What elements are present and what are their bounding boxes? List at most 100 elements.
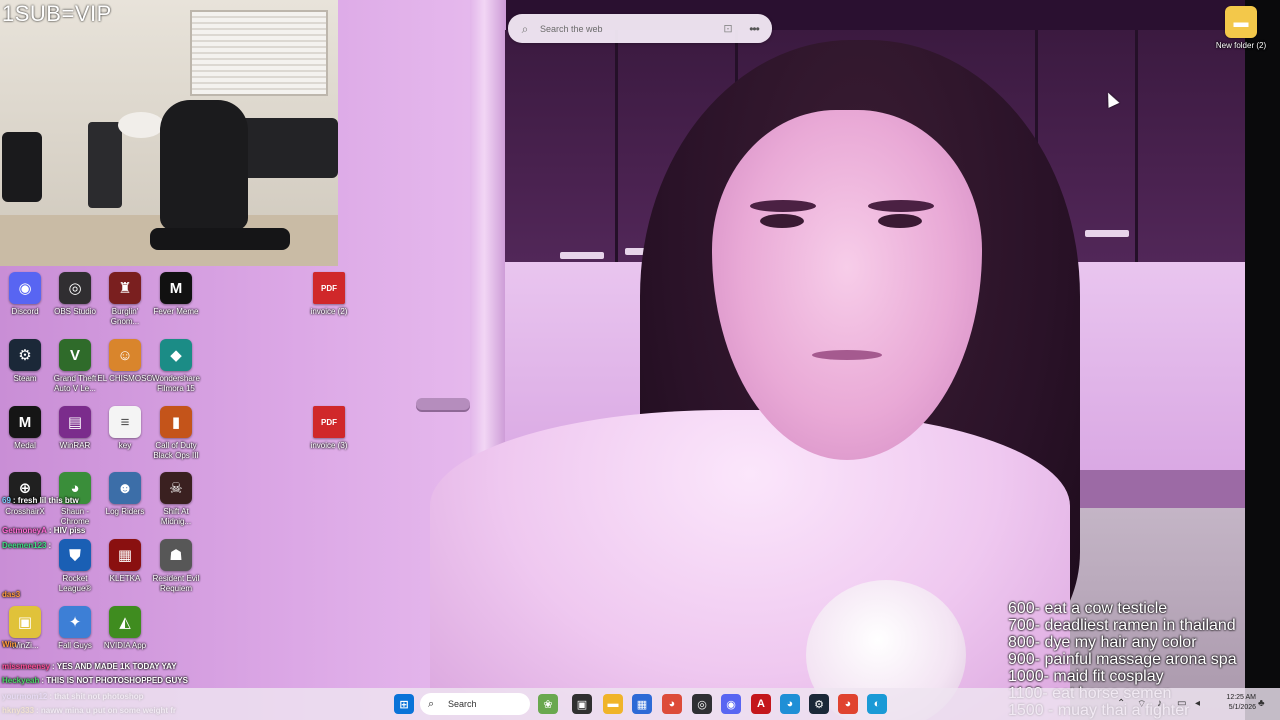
desktop-icon-21[interactable]: ✦ Fall Guys xyxy=(50,606,100,651)
desktop-icon-19[interactable]: ☗ Resident Evil Requiem xyxy=(151,539,201,594)
kletka-icon: ▦ xyxy=(109,539,141,571)
file-explorer-icon[interactable]: ▬ xyxy=(603,694,623,714)
obs-icon[interactable]: ◎ xyxy=(692,694,712,714)
clock-date: 5/1/2026 xyxy=(1228,704,1256,711)
desktop-icon-15[interactable]: ☻ Log Riders xyxy=(100,472,150,517)
desktop-icon-3[interactable]: ♜ Burglin' Gnom... xyxy=(100,272,150,327)
desktop-icon-11[interactable]: ≡ key xyxy=(100,406,150,451)
desktop-icon-label: Burglin' Gnom... xyxy=(110,307,140,326)
desktop-icon-label: WinRAR xyxy=(59,441,91,450)
desktop-icon-8[interactable]: ◆ Wondershare Filmora 15 xyxy=(151,339,201,394)
couch xyxy=(240,118,338,178)
clock-time: 12:25 AM xyxy=(1226,694,1256,701)
desktop-icon-7[interactable]: ☺ EL CHISMOSO xyxy=(97,339,153,384)
desktop-icon-label: Call of Duty Black Ops III xyxy=(153,441,199,460)
goal-item: 900- painful massage arona spa xyxy=(1008,651,1237,668)
desktop-icon-label: Discord xyxy=(11,307,39,316)
chat-username: 69 xyxy=(2,496,11,505)
chrome-profile-icon[interactable]: ◕ xyxy=(780,694,800,714)
chat-username: missmeensy xyxy=(2,662,51,671)
edge-icon[interactable]: ◐ xyxy=(867,694,887,714)
search-icon: ⌕ xyxy=(428,697,435,710)
task-view-icon[interactable]: ▣ xyxy=(572,694,592,714)
goal-item: 600- eat a cow testicle xyxy=(1008,600,1168,617)
desktop-icon-24[interactable]: PDF invoice (3) xyxy=(304,406,354,451)
display-icon[interactable]: ▭ xyxy=(1177,698,1186,709)
desktop-icon-label: Shift At Midnig... xyxy=(160,507,192,526)
chat-text: : THIS IS NOT PHOTOSHOPPED GUYS xyxy=(41,676,188,685)
chat-message: Heckyeah: THIS IS NOT PHOTOSHOPPED GUYS xyxy=(2,676,188,686)
desktop-icon-1[interactable]: ◉ Discord xyxy=(0,272,50,317)
web-search-bar[interactable]: ⌕ ⊡ ••• xyxy=(508,14,772,43)
gaming-chair xyxy=(160,100,248,230)
desktop-icon-12[interactable]: ▮ Call of Duty Black Ops III xyxy=(151,406,201,461)
camera-overlay: 1SUB=VIP xyxy=(0,0,338,266)
chat-username: Heckyeah xyxy=(2,676,40,685)
desktop-icon-label: invoice (2) xyxy=(310,307,348,316)
desktop-icon-22[interactable]: ◭ NVIDIA App xyxy=(100,606,150,651)
desktop-icon-10[interactable]: ▤ WinRAR xyxy=(50,406,100,451)
desktop-icon-label: key xyxy=(118,441,132,450)
desktop-icon-label: invoice (3) xyxy=(310,441,348,450)
stool xyxy=(118,112,164,138)
desktop-icon-18[interactable]: ▦ KLETKA xyxy=(100,539,150,584)
chat-message: 69: fresh lil this btw xyxy=(2,496,79,506)
desktop-icon-6[interactable]: V Grand Theft Auto V Le... xyxy=(50,339,100,394)
notification-bell-icon[interactable]: ♣ xyxy=(1258,698,1265,709)
desktop-icon-label: CrosshairX xyxy=(5,507,45,516)
call-of-duty-icon: ▮ xyxy=(160,406,192,438)
door-handle xyxy=(416,398,470,410)
system-clock[interactable]: 12:25 AM 5/1/2026 xyxy=(1208,693,1256,713)
taskbar-search-label: Search xyxy=(448,699,477,709)
eyebrow xyxy=(750,200,816,212)
desktop-icon-17[interactable]: ⛊ Rocket League® xyxy=(50,539,100,594)
adobe-icon[interactable]: A xyxy=(751,694,771,714)
winzip-icon: ▣ xyxy=(9,606,41,638)
windows-start-icon[interactable]: ⊞ xyxy=(394,694,414,714)
network-icon[interactable]: ⌔ xyxy=(1137,698,1146,711)
eyebrow xyxy=(868,200,934,212)
camera-lens-icon[interactable]: ⊡ xyxy=(720,22,736,36)
taskbar-search[interactable]: ⌕ Search xyxy=(420,693,530,715)
chrome-icon[interactable]: ◕ xyxy=(662,694,682,714)
chat-username: GetmoneyA xyxy=(2,526,47,535)
chat-username: Win xyxy=(2,640,17,649)
more-dots-icon[interactable]: ••• xyxy=(746,22,762,36)
microphone-icon[interactable]: ♪ xyxy=(1157,698,1162,709)
cabinet-handle xyxy=(560,252,604,259)
chat-text: : HIV piss xyxy=(48,526,86,535)
search-input[interactable] xyxy=(532,23,720,34)
desktop-icon-9[interactable]: M Medal xyxy=(0,406,50,451)
desktop-icon-13[interactable]: ⊕ CrosshairX xyxy=(0,472,50,517)
microsoft-store-icon[interactable]: ▦ xyxy=(632,694,652,714)
desktop-icon-label: NVIDIA App xyxy=(103,641,147,650)
desktop-icon-label: Rocket League® xyxy=(58,574,92,593)
goal-item: 1000- maid fit cosplay xyxy=(1008,668,1164,685)
desktop-icon-16[interactable]: ☠ Shift At Midnig... xyxy=(151,472,201,527)
steam-icon[interactable]: ⚙ xyxy=(809,694,829,714)
widgets-icon[interactable]: ❀ xyxy=(538,694,558,714)
chrome-icon[interactable]: ◕ xyxy=(838,694,858,714)
chevron-up-icon[interactable]: ⌃ xyxy=(1117,698,1125,709)
mouth xyxy=(812,350,882,360)
winrar-icon: ▤ xyxy=(59,406,91,438)
desktop-icon-2[interactable]: ◎ OBS Studio xyxy=(50,272,100,317)
discord-icon[interactable]: ◉ xyxy=(721,694,741,714)
desktop-icon-label: Log Riders xyxy=(105,507,145,516)
eye xyxy=(878,214,922,228)
fall-guys-icon: ✦ xyxy=(59,606,91,638)
desktop-icon-label: Shaun - Chrome xyxy=(60,507,90,526)
cabinet-gap xyxy=(615,30,618,280)
desktop-icon-label: Resident Evil Requiem xyxy=(152,574,200,593)
trash-bin xyxy=(88,122,122,208)
desktop-icon-label: KLETKA xyxy=(109,574,141,583)
desktop-icon-4[interactable]: M Fever Meme xyxy=(151,272,201,317)
desktop-icon-label: OBS Studio xyxy=(54,307,96,316)
chat-message: das3 xyxy=(2,590,22,600)
volume-icon[interactable]: ◂ xyxy=(1195,698,1200,709)
chat-message: missmeensy: YES AND MADE 1K TODAY YAY xyxy=(2,662,177,672)
cabinet-handle xyxy=(1085,230,1129,237)
desktop-icon-25[interactable]: ▬ New folder (2) xyxy=(1216,6,1266,51)
desktop-icon-23[interactable]: PDF invoice (2) xyxy=(304,272,354,317)
desktop-icon-5[interactable]: ⚙ Steam xyxy=(0,339,50,384)
